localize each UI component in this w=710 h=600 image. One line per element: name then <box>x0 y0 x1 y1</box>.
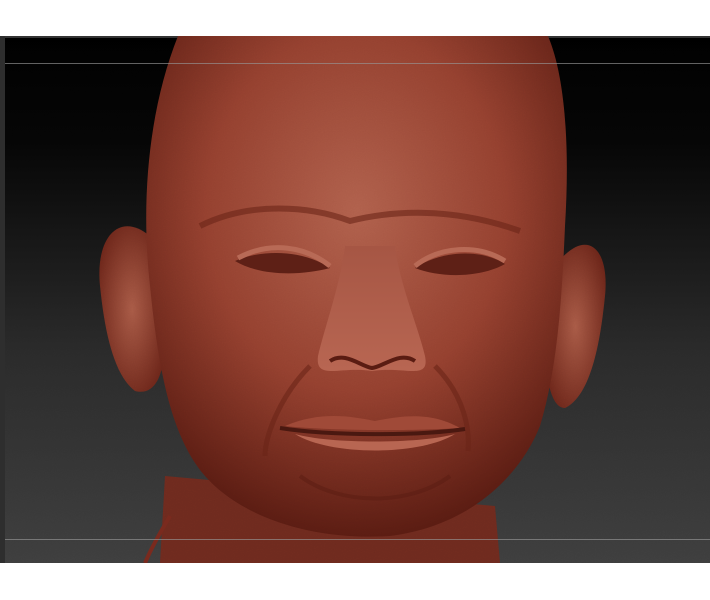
left-panel-edge <box>0 36 5 563</box>
sculpted-head-model[interactable] <box>0 36 710 563</box>
3d-viewport[interactable] <box>0 36 710 563</box>
top-guide-line <box>5 63 710 64</box>
bottom-guide-line <box>5 539 710 540</box>
